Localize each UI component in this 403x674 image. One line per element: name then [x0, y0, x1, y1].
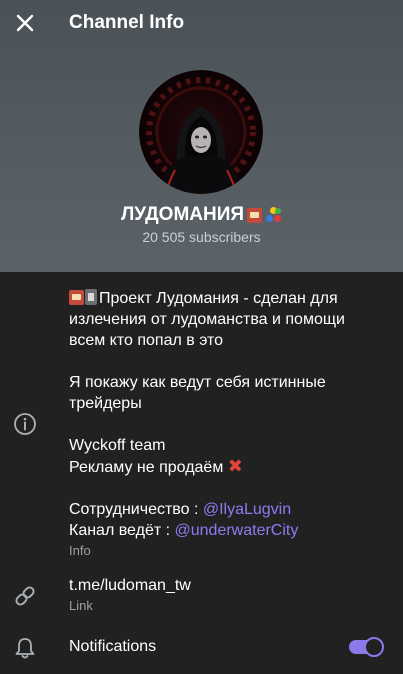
avatar-image — [139, 70, 263, 194]
cooperation-line: Сотрудничество : @IlyaLugvin — [69, 501, 292, 518]
host-mention-link[interactable]: @underwaterCity — [175, 522, 299, 539]
notifications-label: Notifications — [69, 638, 157, 655]
description-line: Я покажу как ведут себя истинные — [69, 374, 326, 391]
slot-machine-icon — [69, 290, 84, 305]
coop-mention-link[interactable]: @IlyaLugvin — [203, 501, 291, 518]
close-button[interactable] — [12, 10, 38, 36]
toggle-knob — [364, 637, 384, 657]
channel-link[interactable]: t.me/ludoman_tw — [69, 576, 191, 596]
page-title: Channel Info — [69, 12, 185, 33]
slot-machine-icon — [247, 207, 263, 223]
link-row[interactable]: t.me/ludoman_tw Link — [69, 576, 191, 615]
info-sub-label: Info — [69, 543, 91, 558]
host-line: Канал ведёт : @underwaterCity — [69, 522, 299, 539]
red-cross-icon: ✖ — [227, 456, 243, 476]
link-icon — [12, 583, 38, 609]
reels-icon — [85, 289, 97, 305]
channel-header: Channel Info ЛУДОМАНИЯ 20 505 subscriber… — [0, 0, 403, 272]
channel-avatar[interactable] — [139, 70, 263, 194]
color-dots-icon — [266, 207, 282, 223]
bell-icon — [12, 635, 38, 661]
notifications-toggle[interactable] — [349, 637, 384, 657]
description-line: Wyckoff team — [69, 437, 166, 454]
close-icon[interactable] — [16, 14, 34, 32]
description-line: Проект Лудомания - сделан для — [69, 288, 389, 309]
description-line: излечения от лудоманства и помощи — [69, 311, 345, 328]
description-line: Рекламу не продаём ✖ — [69, 456, 243, 476]
info-icon — [12, 411, 38, 437]
channel-name: ЛУДОМАНИЯ — [120, 204, 245, 225]
channel-description: Проект Лудомания - сделан для излечения … — [69, 288, 389, 560]
subscriber-count: 20 505 subscribers — [142, 229, 261, 245]
description-line: трейдеры — [69, 395, 142, 412]
link-sub-label: Link — [69, 598, 93, 613]
description-line: всем кто попал в это — [69, 332, 224, 349]
channel-name-row: ЛУДОМАНИЯ — [0, 204, 403, 226]
